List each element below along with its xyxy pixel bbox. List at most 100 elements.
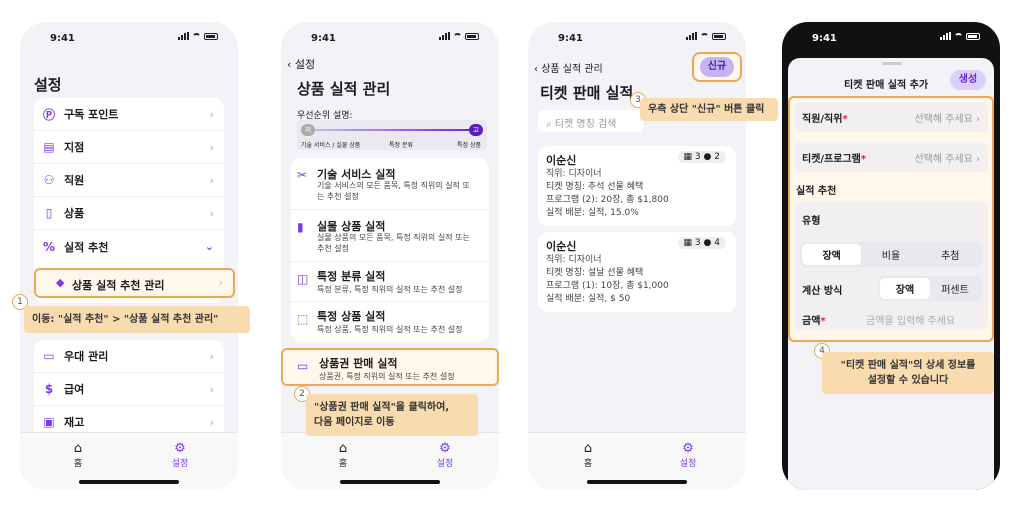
chevron-right-icon: › [209,206,214,220]
settings-item-staff[interactable]: ⚇ 직원 › [34,164,224,197]
card-line: 실적 배분: 실적, $ 50 [546,294,631,304]
bag-icon: ▯ [45,206,53,220]
callout-line: 설정할 수 있습니다 [867,375,949,386]
wifi-icon [453,32,462,40]
tab-settings[interactable]: ⚙ 설정 [160,441,200,469]
settings-item-benefits[interactable]: ▭ 우대 관리 › [34,340,224,373]
sheet-grabber[interactable] [882,62,902,65]
tab-home[interactable]: ⌂ 홈 [58,441,98,469]
low-badge: 저 [301,124,315,136]
settings-item-points[interactable]: Ⓟ 구독 포인트 › [34,98,224,131]
bottle-icon: ▮ [297,220,304,234]
tab-home[interactable]: ⌂ 홈 [323,441,363,469]
calc-label: 계산 방식 [802,286,843,297]
list-item[interactable]: ✂ 기술 서비스 실적 기술 서비스의 모든 품목, 특정 직위의 실적 또는 추천… [291,158,489,210]
tab-settings[interactable]: ⚙ 설정 [668,441,708,469]
gear-icon: ⚙ [682,441,694,456]
home-indicator [79,480,179,484]
settings-item-branch[interactable]: ▤ 지점 › [34,131,224,164]
settings-item-label: 우대 관리 [64,350,109,363]
list-item-title: 상품권 판매 실적 [319,357,398,370]
chevron-right-icon: › [218,276,223,289]
back-label: 설정 [294,58,316,71]
ticket-icon: ▭ [297,359,309,373]
chevron-right-icon: › [209,107,214,121]
person-icon: ● [703,238,712,248]
settings-item-salary[interactable]: $ 급여 › [34,373,224,406]
person-icon: ● [703,152,712,162]
signal-icon [178,32,189,40]
new-button[interactable]: 신규 [700,57,734,77]
field-value: 선택해 주세요 › [914,114,980,125]
chevron-down-icon: ⌄ [204,240,214,253]
sheet-title: 티켓 판매 실적 추가 [844,80,929,91]
home-indicator [340,480,440,484]
signal-icon [439,32,450,40]
page-title: 상품 실적 관리 [297,80,391,98]
list-item-voucher[interactable]: ▭ 상품권 판매 실적 상품권, 특정 직위의 실적 또는 추천 설정 [281,348,499,386]
tab-bar: ⌂ 홈 ⚙ 설정 [281,432,499,490]
gear-icon: ⚙ [174,441,186,456]
settings-item-label: 지점 [64,141,85,154]
settings-item-products[interactable]: ▯ 상품 › [34,197,224,230]
search-input[interactable]: ⌕ 티켓 명칭 검색 [538,110,644,132]
search-placeholder: 티켓 명칭 검색 [554,119,617,130]
settings-item-performance[interactable]: % 실적 추천 ⌄ [34,230,224,263]
home-indicator [587,480,687,484]
signal-icon [940,32,951,40]
priority-bar: 저 고 기술 서비스 / 실물 상품 특정 분류 특정 상품 [297,120,487,150]
list-item-desc: 기술 서비스의 모든 품목, 특정 직위의 실적 또는 추천 설정 [317,181,470,201]
callout-step-1: 이동: "실적 추천" > "상품 실적 추천 관리" [24,306,250,333]
staff-field[interactable]: 직원/직위* 선택해 주세요 › [794,102,988,132]
wifi-icon [192,32,201,40]
coin-icon: $ [44,382,54,396]
page-title: 설정 [34,76,62,94]
callout-line: "티켓 판매 실적"의 상세 정보를 [840,360,976,371]
ticket-card[interactable]: 이순신 ▦ 3 ● 2 직위: 디자이너 티켓 명칭: 추석 선물 혜택 프로그램 … [538,146,736,226]
segment-draw[interactable]: 추첨 [921,244,980,265]
create-button[interactable]: 생성 [950,70,986,90]
signal-icon [686,32,697,40]
segment-amount[interactable]: 장액 [802,244,862,265]
product-icon: ⬚ [297,312,309,326]
tab-settings[interactable]: ⚙ 설정 [425,441,465,469]
scissors-icon: ✂ [297,168,308,182]
callout-line: "상품권 판매 실적"을 클릭하여, [314,402,450,413]
tab-label: 홈 [73,459,83,469]
settings-item-label: 재고 [64,416,85,429]
card-icon: ▭ [43,349,55,363]
type-segmented: 장액 비율 추첨 [800,242,982,267]
ticket-program-field[interactable]: 티켓/프로그램* 선택해 주세요 › [794,142,988,172]
tab-home[interactable]: ⌂ 홈 [568,441,608,469]
priority-tick: 특정 상품 [457,142,481,149]
back-button[interactable]: ‹ 설정 [287,56,315,72]
back-button[interactable]: ‹ 상품 실적 관리 [534,60,603,75]
chevron-right-icon: › [209,382,214,396]
people-icon: ⚇ [43,173,55,187]
card-line: 직위: 디자이너 [546,255,602,265]
chevron-left-icon: ‹ [287,58,292,71]
priority-tick: 기술 서비스 / 실물 상품 [301,142,361,149]
battery-icon [204,32,218,40]
home-icon: ⌂ [338,441,348,456]
list-item[interactable]: ▮ 실물 상품 실적 실물 상품의 모든 품목, 특정 직위의 실적 또는 추천 설… [291,210,489,262]
list-item[interactable]: ◫ 특정 분류 실적 특정 분류, 특정 직위의 실적 또는 추천 설정 [291,262,489,302]
segment-ratio[interactable]: 비율 [861,244,920,265]
ticket-icon: ▦ [683,152,693,162]
card-details: 직위: 디자이너 티켓 명칭: 추석 선물 혜택 프로그램 (2): 20장, 총 … [546,168,669,220]
submenu-label: 상품 실적 추천 관리 [72,279,165,292]
field-label: 직원/직위* [802,110,848,125]
list-item[interactable]: ⬚ 특정 상품 실적 특정 상품, 특정 직위의 실적 또는 추천 설정 [291,302,489,342]
ticket-card[interactable]: 이순신 ▦ 3 ● 4 직위: 디자이너 티켓 명칭: 설날 선물 혜택 프로그램 … [538,232,736,312]
battery-icon [966,32,980,40]
priority-tick: 특정 분류 [389,142,413,149]
segment-percent[interactable]: 퍼센트 [930,278,980,299]
ticket-icon: ▦ [683,238,693,248]
gear-icon: ⚙ [439,441,451,456]
amount-input[interactable]: 금액을 입력해 주세요 [866,312,955,327]
status-time: 9:41 [812,33,837,44]
submenu-product-performance[interactable]: ◆ 상품 실적 추천 관리 › [34,268,235,298]
chevron-right-icon: › [209,173,214,187]
segment-amount[interactable]: 장액 [880,278,930,299]
card-line: 티켓 명칭: 설날 선물 혜택 [546,268,644,278]
